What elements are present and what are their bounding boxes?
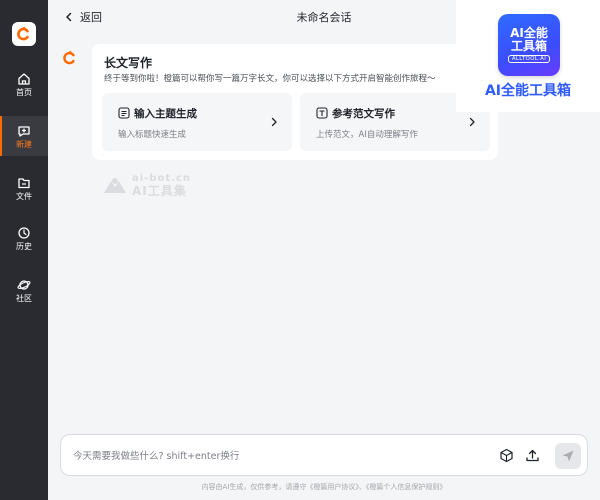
history-icon xyxy=(18,226,30,239)
assistant-message-card: 长文写作 终于等到你啦！橙篇可以帮你写一篇万字长文，你可以选择以下方式开启智能创… xyxy=(92,44,498,160)
option-topic-generate[interactable]: 输入主题生成 输入标题快速生成 xyxy=(102,93,292,151)
watermark-url: ai-bot.cn xyxy=(132,173,191,184)
sidebar-item-label: 文件 xyxy=(16,191,32,201)
option-description: 输入标题快速生成 xyxy=(118,130,187,140)
watermark-name: AI工具集 xyxy=(132,184,187,198)
home-icon xyxy=(18,72,30,85)
orange-logo-icon xyxy=(17,26,29,41)
planet-icon xyxy=(17,279,31,290)
app-logo[interactable] xyxy=(12,22,36,46)
send-icon xyxy=(562,450,574,462)
sidebar-item-files[interactable]: 文件 xyxy=(0,168,48,208)
promo-logo: AI全能 工具箱 ALLTOOL.AI xyxy=(498,14,560,76)
sidebar-item-label: 社区 xyxy=(16,293,32,303)
message-input[interactable] xyxy=(73,447,473,465)
sidebar-item-new[interactable]: 新建 xyxy=(0,116,48,156)
option-title: 参考范文写作 xyxy=(332,108,395,120)
chevron-right-icon xyxy=(469,117,475,127)
option-description: 上传范文，AI自动理解写作 xyxy=(316,130,418,140)
new-chat-icon xyxy=(18,125,30,137)
promo-caption: AI全能工具箱 xyxy=(484,83,572,99)
sidebar: 首页 新建 文件 历史 社区 xyxy=(0,0,48,500)
folder-icon xyxy=(18,177,30,188)
promo-badge: AI全能 工具箱 ALLTOOL.AI AI全能工具箱 xyxy=(456,0,600,112)
card-description: 终于等到你啦！橙篇可以帮你写一篇万字长文，你可以选择以下方式开启智能创作旅程～ xyxy=(104,74,436,84)
chevron-right-icon xyxy=(271,117,277,127)
upload-icon[interactable] xyxy=(525,448,540,463)
footer-disclaimer: 内容由AI生成，仅供参考，请遵守《橙篇用户协议》、《橙篇个人信息保护规则》 xyxy=(201,483,447,491)
promo-logo-line2: 工具箱 xyxy=(510,38,547,53)
sidebar-item-label: 历史 xyxy=(16,241,32,251)
watermark: ai-bot.cn AI工具集 xyxy=(102,174,191,197)
promo-logo-tag: ALLTOOL.AI xyxy=(507,55,551,64)
sidebar-item-community[interactable]: 社区 xyxy=(0,270,48,310)
composer xyxy=(60,434,588,476)
sidebar-item-label: 新建 xyxy=(16,139,32,149)
option-title: 输入主题生成 xyxy=(134,108,197,120)
robot-watermark-icon xyxy=(104,177,126,193)
list-doc-icon xyxy=(118,107,130,119)
send-button[interactable] xyxy=(555,443,581,469)
sidebar-item-label: 首页 xyxy=(16,87,32,97)
template-t-icon xyxy=(316,107,328,119)
sidebar-item-history[interactable]: 历史 xyxy=(0,218,48,258)
promo-logo-line1: AI全能 xyxy=(510,25,548,40)
cube-icon[interactable] xyxy=(499,448,514,463)
card-title: 长文写作 xyxy=(104,56,153,70)
bot-avatar-icon xyxy=(63,50,75,65)
sidebar-item-home[interactable]: 首页 xyxy=(0,64,48,104)
